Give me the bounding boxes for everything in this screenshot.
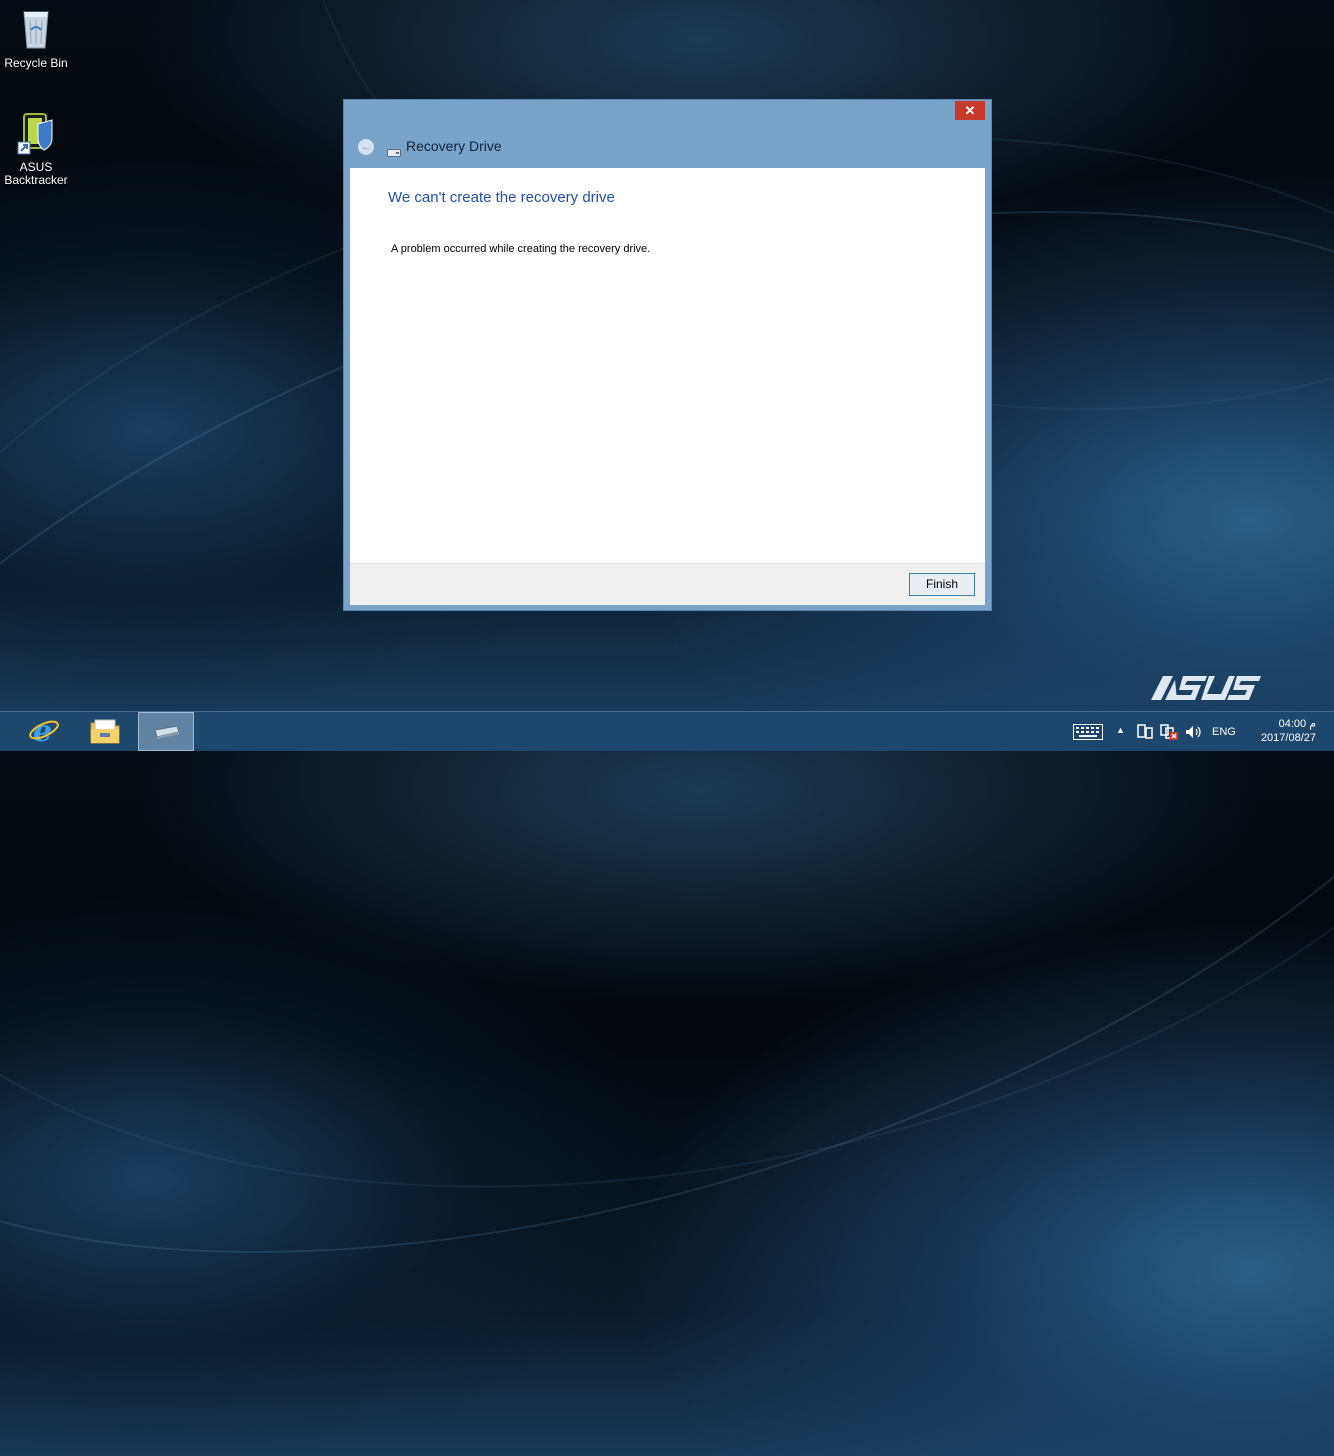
asus-logo <box>1143 670 1261 711</box>
show-hidden-icons-icon[interactable]: ▲ <box>1116 725 1125 764</box>
dialog-content: We can't create the recovery drive A pro… <box>350 168 985 605</box>
phone-network-icon[interactable] <box>1137 724 1153 763</box>
finish-button[interactable]: Finish <box>909 573 975 596</box>
folder-icon <box>89 717 121 750</box>
back-button[interactable]: ← <box>358 139 374 155</box>
drive-icon <box>151 724 181 745</box>
desktop-icon-recycle-bin[interactable]: Recycle Bin <box>0 6 72 70</box>
ie-icon: e <box>28 714 60 752</box>
language-indicator[interactable]: ENG <box>1212 726 1236 765</box>
taskbar-file-explorer[interactable] <box>77 712 133 751</box>
taskbar: e ▲ ENG 04:00 م 2017/08/27 <box>0 711 1334 751</box>
desktop-icon-asus-backtracker[interactable]: ASUS Backtracker <box>0 110 72 187</box>
asus-backtracker-icon <box>14 113 58 159</box>
dialog-footer: Finish <box>350 563 985 605</box>
recycle-bin-label: Recycle Bin <box>4 56 68 70</box>
error-heading: We can't create the recovery drive <box>388 189 615 206</box>
keyboard-icon[interactable] <box>1073 724 1103 763</box>
recycle-bin-icon <box>18 11 54 53</box>
drive-icon <box>387 144 401 162</box>
svg-text:e: e <box>33 715 52 747</box>
dialog-title: Recovery Drive <box>406 138 502 154</box>
taskbar-recovery-drive[interactable] <box>138 712 194 751</box>
taskbar-internet-explorer[interactable]: e <box>16 712 72 751</box>
clock-time: 04:00 م <box>1278 718 1316 730</box>
volume-icon[interactable] <box>1185 725 1203 764</box>
close-button[interactable]: ✕ <box>955 101 985 120</box>
back-arrow-icon: ← <box>360 141 372 153</box>
clock[interactable]: 04:00 م 2017/08/27 <box>1261 717 1316 745</box>
recovery-drive-dialog: ✕ ← Recovery Drive We can't create the r… <box>343 99 992 611</box>
error-message: A problem occurred while creating the re… <box>391 243 651 255</box>
clock-date: 2017/08/27 <box>1260 732 1316 744</box>
asus-label-line2: Backtracker <box>4 173 68 187</box>
network-disconnected-icon[interactable] <box>1160 724 1178 763</box>
